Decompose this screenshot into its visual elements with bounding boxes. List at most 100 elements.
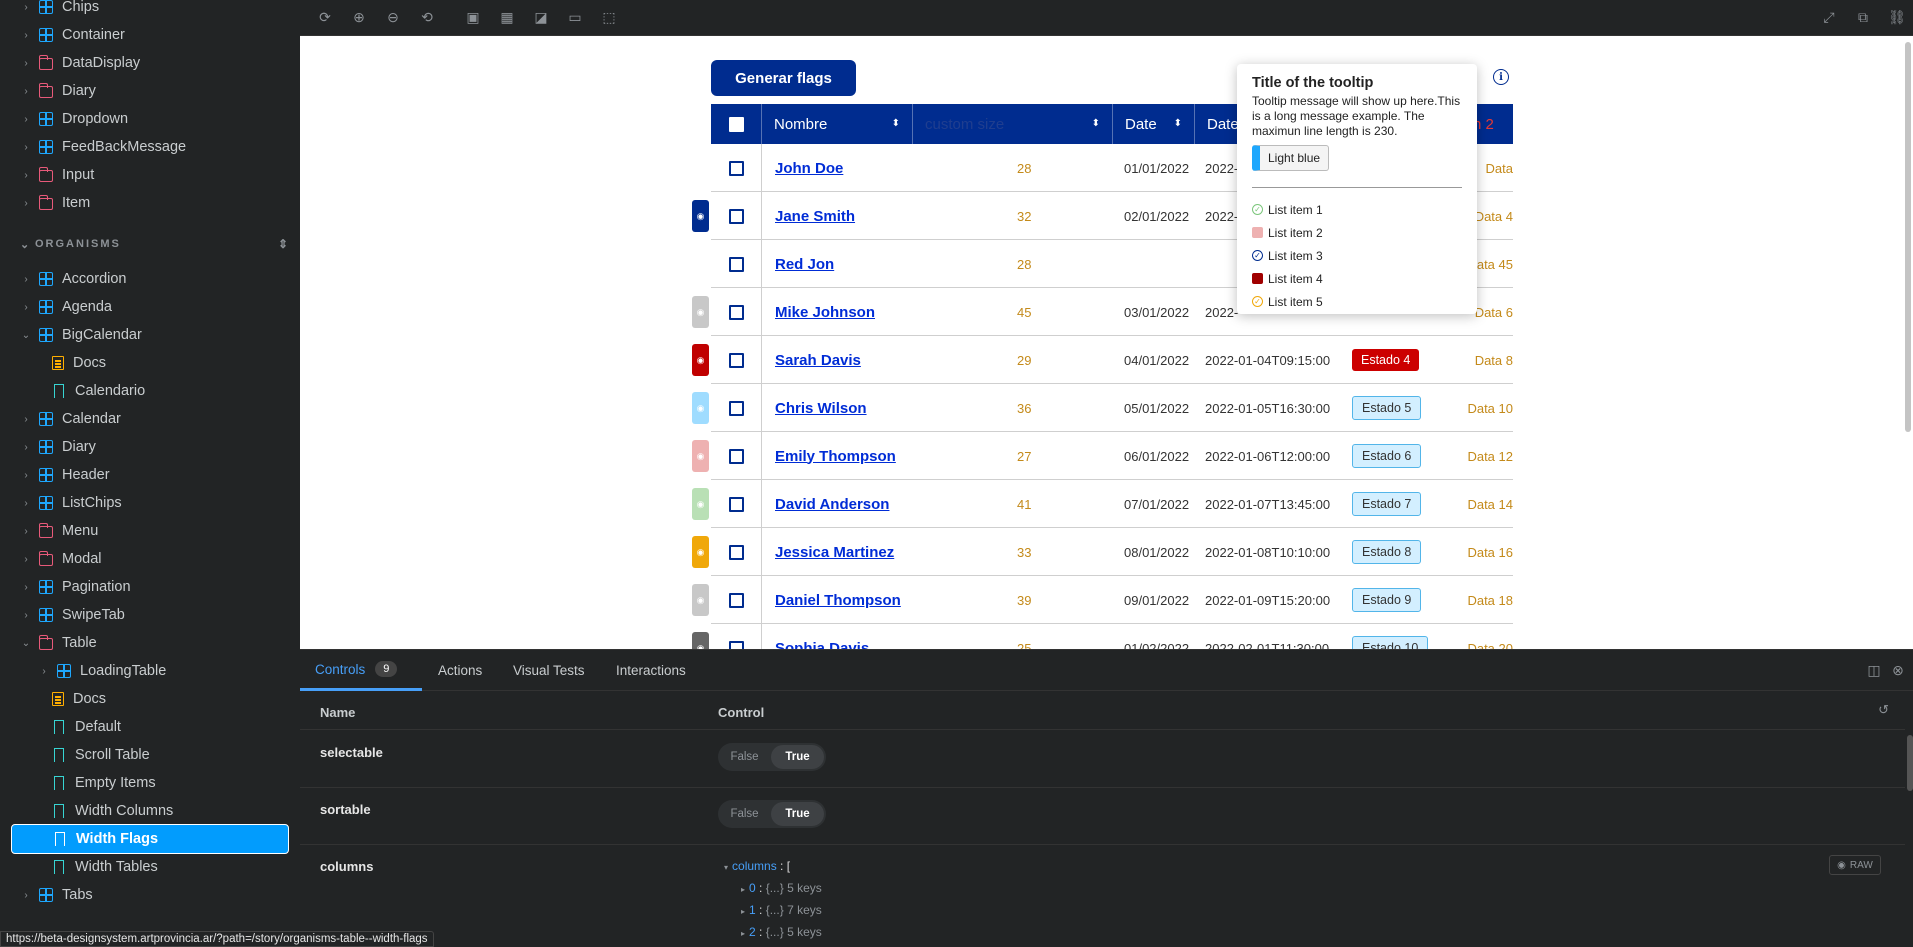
measure-icon[interactable]: ⬚ — [601, 9, 617, 25]
chevron-icon[interactable]: › — [21, 198, 31, 209]
sidebar-item-input[interactable]: › Input — [0, 161, 300, 189]
name-link[interactable]: David Anderson — [775, 496, 889, 513]
sidebar-item-table[interactable]: ⌄ Table — [0, 629, 300, 657]
name-link[interactable]: Red Jon — [775, 256, 834, 273]
chevron-icon[interactable]: › — [21, 274, 31, 285]
row-checkbox[interactable] — [729, 160, 744, 176]
row-checkbox[interactable] — [729, 640, 744, 649]
sidebar-item-calendario[interactable]: Calendario — [0, 377, 300, 405]
expand-icon[interactable]: ▸ — [741, 885, 745, 894]
sidebar-item-container[interactable]: › Container — [0, 21, 300, 49]
sidebar-item-modal[interactable]: › Modal — [0, 545, 300, 573]
row-flag-icon[interactable]: ◉ — [692, 488, 709, 520]
toggle-false-option[interactable]: False — [718, 808, 771, 820]
sidebar-item-empty-items[interactable]: Empty Items — [0, 769, 300, 797]
toggle-true-option[interactable]: True — [771, 802, 824, 826]
chevron-icon[interactable]: › — [21, 890, 31, 901]
sidebar-item-agenda[interactable]: › Agenda — [0, 293, 300, 321]
chevron-icon[interactable]: ⌄ — [21, 638, 31, 649]
sidebar-item-menu[interactable]: › Menu — [0, 517, 300, 545]
name-link[interactable]: Daniel Thompson — [775, 592, 901, 609]
tab-actions[interactable]: Actions — [438, 650, 482, 691]
chevron-icon[interactable]: › — [21, 30, 31, 41]
sidebar-item-item[interactable]: › Item — [0, 189, 300, 217]
column-header-date[interactable]: Date ⬍ — [1113, 104, 1195, 144]
raw-toggle-button[interactable]: ◉ RAW — [1829, 855, 1881, 875]
sidebar-item-dropdown[interactable]: › Dropdown — [0, 105, 300, 133]
selectable-toggle[interactable]: False True — [718, 743, 826, 771]
row-checkbox[interactable] — [729, 448, 744, 464]
tab-visual-tests[interactable]: Visual Tests — [513, 650, 585, 691]
sidebar-item-pagination[interactable]: › Pagination — [0, 573, 300, 601]
reload-icon[interactable]: ⟳ — [317, 9, 333, 25]
sidebar-item-default[interactable]: Default — [0, 713, 300, 741]
expand-collapse-icon[interactable]: ⇕ — [278, 237, 290, 251]
sidebar-item-width-flags[interactable]: Width Flags — [11, 824, 289, 854]
json-entry[interactable]: ▸ 2 : {...} 5 keys — [741, 925, 822, 939]
sort-icon[interactable]: ⬍ — [892, 119, 900, 129]
name-link[interactable]: Jane Smith — [775, 208, 855, 225]
chevron-icon[interactable]: › — [21, 414, 31, 425]
sidebar-item-listchips[interactable]: › ListChips — [0, 489, 300, 517]
sort-icon[interactable]: ⬍ — [1092, 119, 1100, 129]
fullscreen-icon[interactable]: ⤢ — [1821, 9, 1837, 25]
expand-icon[interactable]: ▸ — [741, 907, 745, 916]
chevron-icon[interactable]: › — [21, 526, 31, 537]
row-checkbox[interactable] — [729, 256, 744, 272]
collapse-icon[interactable]: ▾ — [724, 863, 728, 872]
toggle-false-option[interactable]: False — [718, 751, 771, 763]
sidebar-item-docs[interactable]: Docs — [0, 685, 300, 713]
info-icon[interactable]: i — [1493, 69, 1509, 85]
sortable-toggle[interactable]: False True — [718, 800, 826, 828]
generate-flags-button[interactable]: Generar flags — [711, 60, 856, 96]
zoom-out-icon[interactable]: ⊖ — [385, 9, 401, 25]
row-flag-icon[interactable]: ◉ — [692, 536, 709, 568]
tab-interactions[interactable]: Interactions — [616, 650, 686, 691]
sidebar-item-width-tables[interactable]: Width Tables — [0, 853, 300, 881]
chevron-icon[interactable]: › — [21, 2, 31, 13]
chevron-icon[interactable]: › — [21, 442, 31, 453]
row-checkbox[interactable] — [729, 400, 744, 416]
chevron-icon[interactable]: › — [21, 302, 31, 313]
chevron-icon[interactable]: › — [21, 114, 31, 125]
sidebar-item-header[interactable]: › Header — [0, 461, 300, 489]
background-icon[interactable]: ◪ — [533, 9, 549, 25]
row-flag-icon[interactable]: ◉ — [692, 296, 709, 328]
row-flag-icon[interactable]: ◉ — [692, 344, 709, 376]
viewport-icon[interactable]: ▭ — [567, 9, 583, 25]
name-link[interactable]: Sophia Davis — [775, 640, 869, 650]
row-flag-icon[interactable]: ◉ — [692, 392, 709, 424]
name-link[interactable]: Mike Johnson — [775, 304, 875, 321]
sidebar-item-datadisplay[interactable]: › DataDisplay — [0, 49, 300, 77]
sidebar-item-tabs[interactable]: › Tabs — [0, 881, 300, 909]
close-panel-icon[interactable]: ⊗ — [1890, 662, 1906, 678]
sidebar-item-diary[interactable]: › Diary — [0, 433, 300, 461]
column-header-column-2[interactable]: n 2 — [1473, 104, 1513, 144]
sidebar-item-docs[interactable]: Docs — [0, 349, 300, 377]
chevron-icon[interactable]: › — [39, 666, 49, 677]
chevron-icon[interactable]: › — [21, 142, 31, 153]
row-checkbox[interactable] — [729, 352, 744, 368]
row-flag-icon[interactable]: ◉ — [692, 632, 709, 649]
chevron-icon[interactable]: › — [21, 582, 31, 593]
json-entry[interactable]: ▸ 0 : {...} 5 keys — [741, 881, 822, 895]
tab-controls[interactable]: Controls 9 — [300, 650, 422, 691]
grid-icon[interactable]: ▦ — [499, 9, 515, 25]
sidebar-item-diary[interactable]: › Diary — [0, 77, 300, 105]
chevron-down-icon[interactable]: ⌄ — [20, 238, 31, 251]
name-link[interactable]: Chris Wilson — [775, 400, 867, 417]
sidebar-item-calendar[interactable]: › Calendar — [0, 405, 300, 433]
panel-scrollbar[interactable] — [1907, 735, 1913, 791]
sidebar-item-swipetab[interactable]: › SwipeTab — [0, 601, 300, 629]
chevron-icon[interactable]: › — [21, 470, 31, 481]
chevron-icon[interactable]: › — [21, 58, 31, 69]
preview-scrollbar[interactable] — [1905, 42, 1911, 432]
sidebar-item-feedbackmessage[interactable]: › FeedBackMessage — [0, 133, 300, 161]
sidebar-item-loadingtable[interactable]: › LoadingTable — [0, 657, 300, 685]
chevron-icon[interactable]: › — [21, 610, 31, 621]
chevron-icon[interactable]: › — [21, 170, 31, 181]
row-checkbox[interactable] — [729, 208, 744, 224]
sidebar-item-accordion[interactable]: › Accordion — [0, 265, 300, 293]
row-checkbox[interactable] — [729, 304, 744, 320]
name-link[interactable]: Sarah Davis — [775, 352, 861, 369]
